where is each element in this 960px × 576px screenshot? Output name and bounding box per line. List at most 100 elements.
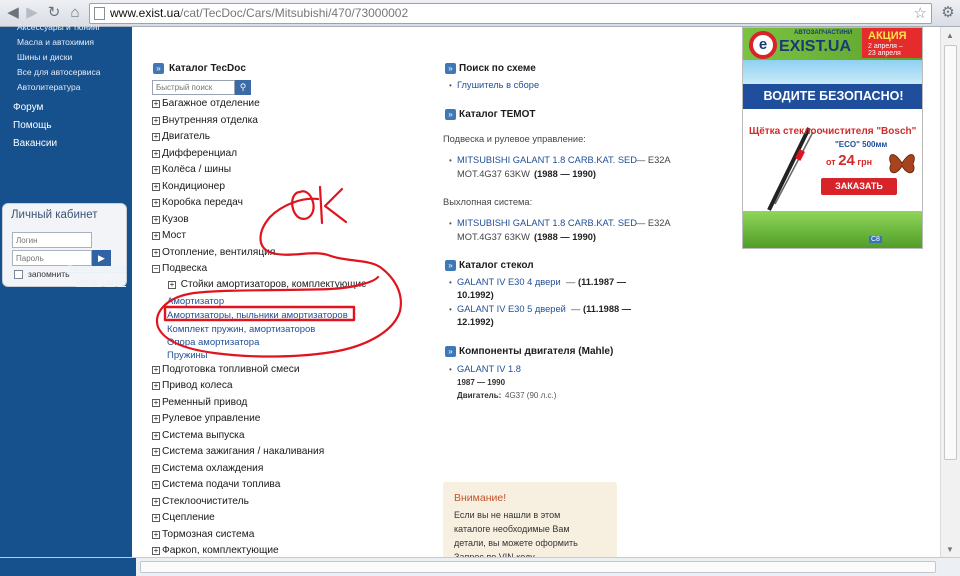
tree-item[interactable]: + Система зажигания / накаливания [152,446,324,462]
expand-icon[interactable]: + [152,448,160,456]
banner-sky [743,60,922,84]
expand-icon[interactable]: + [152,415,160,423]
url-path: /cat/TecDoc/Cars/Mitsubishi/470/73000002 [180,6,409,20]
price-value: 24 [838,152,855,169]
temot-item-code: — E32A [636,155,671,165]
section-arrow-icon: » [445,260,456,271]
banner-brand: C8 [869,236,882,243]
mahle-item-link[interactable]: GALANT IV 1.8 [457,364,521,374]
temot-item-engine: MOT.4G37 63KW [457,232,530,242]
remember-label: запомнить [28,269,70,279]
expand-icon[interactable]: + [152,382,160,390]
expand-icon[interactable]: + [152,531,160,539]
password-request-link[interactable]: Запрос пароля [67,263,126,273]
expand-icon[interactable]: + [152,432,160,440]
expand-icon[interactable]: + [152,465,160,473]
bullet-icon: • [449,81,452,90]
expand-icon[interactable]: + [152,399,160,407]
banner-logo: EXIST.UA [779,38,852,55]
tree-item-label: Тормозная система [162,529,255,540]
temot-item-link[interactable]: MITSUBISHI GALANT 1.8 CARB.KAT. SED [457,155,637,165]
bullet-icon: • [449,156,452,165]
category-link[interactable]: Масла и автохимия [17,37,94,47]
order-button[interactable]: ЗАКАЗАТЬ [821,178,897,195]
price-unit: грн [857,157,873,167]
glass-item-years: 12.1992) [457,317,494,327]
nav-vacancies[interactable]: Вакансии [13,138,57,149]
mahle-engine-label: Двигатель: [457,391,502,400]
tree-item[interactable]: + Система подачи топлива [152,479,280,495]
banner-product: Щётка стеклоочистителя "Bosch" [749,126,917,137]
bullet-icon: • [449,305,452,314]
expand-icon[interactable]: + [152,366,160,374]
address-bar[interactable]: www.exist.ua/cat/TecDoc/Cars/Mitsubishi/… [89,3,932,24]
expand-icon[interactable]: + [152,481,160,489]
tree-item[interactable]: + Система охлаждения [152,463,263,479]
forward-arrow-icon[interactable]: ▶ [22,3,42,23]
price-prefix: от [826,157,836,167]
tree-item-label: Фаркоп, комплектующие [162,545,279,556]
ad-banner[interactable]: e АВТОЗАПЧАСТИНИ EXIST.UA АКЦИЯ 2 апреля… [742,27,923,249]
login-panel: Личный кабинет ▶ запомнить [2,203,127,287]
left-sidebar: Аксессуары и тюнинг Масла и автохимия Ши… [0,22,132,557]
scroll-up-icon[interactable]: ▲ [946,31,954,40]
expand-icon[interactable]: + [152,547,160,555]
category-link[interactable]: Шины и диски [17,52,72,62]
glass-years-end: 12.1992) [457,317,494,327]
banner-eco: "ECO" 500мм [835,140,888,149]
tree-item-label: Рулевое управление [162,413,261,424]
tree-item[interactable]: + Стеклоочиститель [152,496,249,512]
tree-item[interactable]: + Ременный привод [152,397,247,413]
scheme-search-title: Поиск по схеме [459,63,536,74]
home-icon[interactable]: ⌂ [65,3,85,23]
glass-item-link[interactable]: GALANT IV E30 4 двери [457,277,561,287]
promo-date-start: 2 апреля – [868,43,903,50]
butterfly-icon [889,154,915,174]
url-host: www.exist.ua [110,6,181,20]
tree-item[interactable]: + Привод колеса [152,380,233,396]
horizontal-scrollbar-thumb[interactable] [140,561,936,573]
vertical-scrollbar[interactable]: ▲ ▼ [940,27,960,557]
glass-years-start: (11.1987 — [578,277,627,287]
temot-item-link[interactable]: MITSUBISHI GALANT 1.8 CARB.KAT. SED [457,218,637,228]
temot-group-suspension: Подвеска и рулевое управление: [443,134,586,144]
registration-link[interactable]: Регистрация [76,277,126,287]
glass-item-link[interactable]: GALANT IV E30 5 дверей [457,304,566,314]
tree-item[interactable]: + Сцепление [152,512,215,528]
category-link[interactable]: Аксессуары и тюнинг [17,22,101,32]
temot-group-exhaust: Выхлопная система: [443,197,533,207]
expand-icon[interactable]: + [152,514,160,522]
scrollbar-thumb[interactable] [944,45,957,460]
glass-item-years: (11.1988 — [583,304,631,314]
remember-checkbox[interactable] [14,270,23,279]
mahle-title: Компоненты двигателя (Mahle) [459,346,614,357]
tree-item[interactable]: + Рулевое управление [152,413,260,429]
section-arrow-icon: » [445,346,456,357]
back-arrow-icon[interactable]: ◀ [3,3,23,23]
banner-grass [743,211,922,248]
tree-item[interactable]: + Тормозная система [152,529,254,545]
nav-forum[interactable]: Форум [13,102,43,113]
tree-item-label: Привод колеса [162,380,233,391]
bullet-icon: • [449,278,452,287]
muffler-link[interactable]: Глушитель в сборе [457,80,539,90]
login-input[interactable] [12,232,92,248]
expand-icon[interactable]: + [152,498,160,506]
wrench-icon[interactable]: ⚙ [938,3,958,23]
scroll-down-icon[interactable]: ▼ [946,545,954,554]
category-link[interactable]: Все для автосервиса [17,67,100,77]
bookmark-star-icon[interactable]: ☆ [914,4,927,23]
tree-item[interactable]: + Система выпуска [152,430,245,446]
temot-item-years: (1988 — 1990) [534,169,596,179]
tree-item-label: Стеклоочиститель [162,496,249,507]
promo-date-end: 23 апреля [868,50,901,57]
reload-icon[interactable]: ↻ [44,3,64,23]
glass-years-start: (11.1988 — [583,304,632,314]
category-link[interactable]: Автолитература [17,82,80,92]
nav-help[interactable]: Помощь [13,120,52,131]
login-panel-title: Личный кабинет [11,209,98,221]
glass-years-end: 10.1992) [457,290,494,300]
temot-item-years: (1988 — 1990) [534,232,596,242]
sidebar-footer [0,558,136,576]
horizontal-scrollbar[interactable] [0,557,960,576]
